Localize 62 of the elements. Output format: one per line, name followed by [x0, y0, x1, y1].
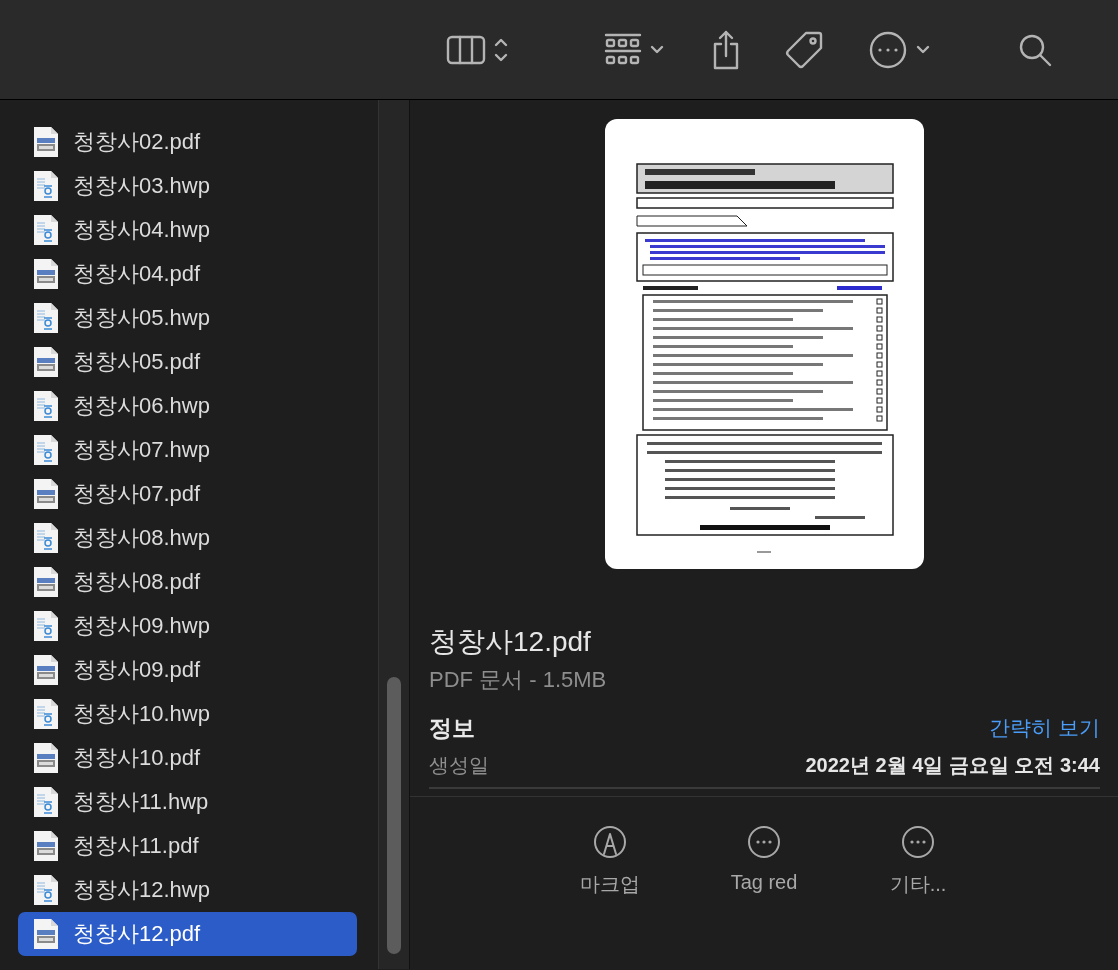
hwp-file-icon [33, 214, 59, 246]
file-row[interactable]: 청창사02.pdf [18, 120, 357, 164]
hwp-file-icon [33, 698, 59, 730]
hwp-file-icon [33, 610, 59, 642]
file-name: 청창사12.pdf [429, 625, 592, 659]
columns-view-icon [446, 34, 486, 65]
hwp-file-icon [33, 522, 59, 554]
pdf-file-icon [33, 126, 59, 158]
more-circle-icon [747, 825, 781, 859]
file-row[interactable]: 청창사06.hwp [18, 384, 357, 428]
file-row[interactable]: 청창사11.pdf [18, 824, 357, 868]
action-button[interactable]: Tag red [719, 825, 809, 898]
pen-circle-icon [593, 825, 627, 859]
file-row[interactable]: 청창사04.hwp [18, 208, 357, 252]
action-button[interactable]: 기타... [873, 825, 963, 898]
more-icon [868, 29, 908, 70]
file-row[interactable]: 청창사08.hwp [18, 516, 357, 560]
file-row[interactable]: 청창사09.hwp [18, 604, 357, 648]
tag-button[interactable] [784, 29, 824, 70]
pdf-file-icon [33, 742, 59, 774]
file-row[interactable]: 청창사12.hwp [18, 868, 357, 912]
up-down-chevron-icon [494, 36, 508, 63]
file-row[interactable]: 청창사11.hwp [18, 780, 357, 824]
hwp-file-icon [33, 434, 59, 466]
file-row[interactable]: 청창사12.pdf [18, 912, 357, 956]
pdf-file-icon [33, 258, 59, 290]
tag-icon [784, 29, 824, 70]
search-icon [1018, 32, 1052, 67]
file-kind-size: PDF 문서 - 1.5MB [429, 667, 608, 693]
file-row[interactable]: 청창사03.hwp [18, 164, 357, 208]
file-row[interactable]: 청창사05.hwp [18, 296, 357, 340]
pdf-file-icon [33, 566, 59, 598]
pdf-file-icon [33, 346, 59, 378]
scrollbar-thumb[interactable] [387, 677, 401, 954]
show-less-link[interactable]: 간략히 보기 [989, 714, 1100, 742]
action-button[interactable]: 마크업 [565, 825, 655, 898]
file-row[interactable]: 청창사07.pdf [18, 472, 357, 516]
chevron-down-icon [916, 44, 930, 55]
hwp-file-icon [33, 170, 59, 202]
file-row[interactable]: 청창사04.pdf [18, 252, 357, 296]
more-button[interactable] [868, 29, 930, 70]
file-row[interactable]: 청창사08.pdf [18, 560, 357, 604]
pdf-file-icon [33, 830, 59, 862]
view-options-button[interactable] [446, 34, 508, 65]
file-row[interactable]: 청창사05.pdf [18, 340, 357, 384]
hwp-file-icon [33, 390, 59, 422]
more-circle-icon [901, 825, 935, 859]
pdf-file-icon [33, 918, 59, 950]
hwp-file-icon [33, 786, 59, 818]
info-label: 생성일 [429, 752, 489, 778]
info-heading: 정보 [429, 713, 475, 743]
file-row[interactable]: 청창사10.hwp [18, 692, 357, 736]
pdf-file-icon [33, 478, 59, 510]
hwp-file-icon [33, 302, 59, 334]
file-row[interactable]: 청창사10.pdf [18, 736, 357, 780]
hwp-file-icon [33, 874, 59, 906]
pdf-file-icon [33, 654, 59, 686]
search-button[interactable] [1018, 32, 1052, 67]
info-value: 2022년 2월 4일 금요일 오전 3:44 [805, 752, 1100, 778]
file-row[interactable]: 청창사07.hwp [18, 428, 357, 472]
chevron-down-icon [650, 44, 664, 55]
file-row[interactable]: 청창사09.pdf [18, 648, 357, 692]
